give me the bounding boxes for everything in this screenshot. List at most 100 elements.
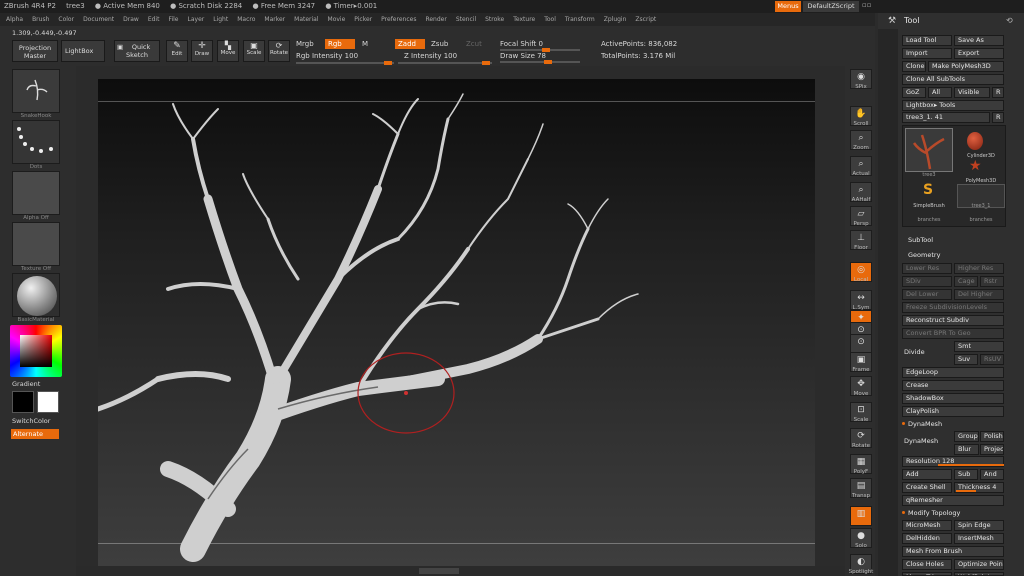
menu-transform[interactable]: Transform: [565, 16, 595, 23]
save-as-button[interactable]: Save As: [954, 35, 1004, 46]
import-button[interactable]: Import: [902, 48, 952, 59]
material-thumbnail[interactable]: [12, 273, 60, 317]
panel-scroll-strip[interactable]: [878, 29, 898, 576]
edit-button[interactable]: ✎ Edit: [166, 40, 188, 62]
menu-preferences[interactable]: Preferences: [381, 16, 416, 23]
goz-button[interactable]: GoZ: [902, 87, 926, 98]
menu-material[interactable]: Material: [294, 16, 318, 23]
sdiv-slider[interactable]: SDiv: [902, 276, 952, 287]
alternate-button[interactable]: Alternate: [11, 429, 59, 439]
menu-movie[interactable]: Movie: [328, 16, 346, 23]
close-holes-button[interactable]: Close Holes: [902, 559, 952, 570]
mergetris-button[interactable]: MergeTris: [902, 572, 952, 576]
rgb-intensity-slider[interactable]: Rgb Intensity 100: [296, 52, 358, 60]
weldpoints-button[interactable]: WeldPoints: [954, 572, 1004, 576]
stroke-thumbnail[interactable]: [12, 120, 60, 164]
rgb-intensity-track[interactable]: [296, 61, 394, 65]
modify-topology-section[interactable]: Modify Topology: [902, 508, 1024, 519]
and-button[interactable]: And: [980, 469, 1004, 480]
cylinder3d-icon[interactable]: [967, 132, 983, 150]
optimize-points-button[interactable]: Optimize Points: [954, 559, 1004, 570]
convert-bpr-button[interactable]: Convert BPR To Geo: [902, 328, 1004, 339]
menu-stencil[interactable]: Stencil: [456, 16, 476, 23]
menu-marker[interactable]: Marker: [264, 16, 285, 23]
menu-brush[interactable]: Brush: [32, 16, 49, 23]
smt-toggle[interactable]: Smt: [954, 341, 1004, 352]
tool-thumb-tree3[interactable]: [905, 128, 953, 172]
del-lower-button[interactable]: Del Lower: [902, 289, 952, 300]
menu-macro[interactable]: Macro: [237, 16, 255, 23]
quick-sketch-button[interactable]: ▣ Quick Sketch: [114, 40, 160, 62]
draw-size-slider[interactable]: Draw Size 78: [500, 52, 546, 60]
rotate-button[interactable]: ⟳ Rotate: [268, 40, 290, 62]
lower-res-button[interactable]: Lower Res: [902, 263, 952, 274]
menu-tool[interactable]: Tool: [544, 16, 556, 23]
bottom-tray-toggle[interactable]: [419, 568, 459, 574]
menu-zplugin[interactable]: Zplugin: [604, 16, 627, 23]
menu-render[interactable]: Render: [425, 16, 446, 23]
menu-texture[interactable]: Texture: [513, 16, 535, 23]
color-picker-square[interactable]: [20, 335, 52, 367]
z-intensity-track[interactable]: [398, 61, 492, 65]
simplebrush-icon[interactable]: S: [923, 182, 933, 198]
load-tool-button[interactable]: Load Tool: [902, 35, 952, 46]
menu-picker[interactable]: Picker: [354, 16, 372, 23]
polymesh3d-star-icon[interactable]: ★: [969, 158, 982, 174]
crease-section[interactable]: Crease: [902, 380, 1004, 391]
main-color-swatch[interactable]: [12, 391, 34, 413]
higher-res-button[interactable]: Higher Res: [954, 263, 1004, 274]
menus-button[interactable]: Menus: [775, 1, 801, 12]
secondary-color-swatch[interactable]: [37, 391, 59, 413]
divide-button[interactable]: Divide: [904, 348, 925, 356]
menu-document[interactable]: Document: [83, 16, 114, 23]
alpha-thumbnail[interactable]: [12, 171, 60, 215]
group-toggle[interactable]: Group: [954, 431, 979, 442]
scale-button[interactable]: ▣ Scale: [243, 40, 265, 62]
shelf-11-button[interactable]: ⊙: [850, 334, 872, 354]
make-polymesh-button[interactable]: Make PolyMesh3D: [928, 61, 1004, 72]
zadd-button[interactable]: Zadd: [395, 39, 425, 49]
focal-shift-track[interactable]: [500, 48, 580, 52]
draw-size-track[interactable]: [500, 60, 580, 64]
texture-thumbnail[interactable]: [12, 222, 60, 266]
shadowbox-section[interactable]: ShadowBox: [902, 393, 1004, 404]
suv-toggle[interactable]: Suv: [954, 354, 978, 365]
del-higher-button[interactable]: Del Higher: [954, 289, 1004, 300]
freeze-subdivision-button[interactable]: Freeze SubdivisionLevels: [902, 302, 1004, 313]
rgb-button[interactable]: Rgb: [325, 39, 355, 49]
sub-button[interactable]: Sub: [954, 469, 978, 480]
lightbox-tools-button[interactable]: Lightbox▸ Tools: [902, 100, 1004, 111]
canvas-viewport[interactable]: [98, 79, 815, 566]
shelf-18-button[interactable]: ▥: [850, 506, 872, 526]
m-button[interactable]: M: [362, 40, 368, 48]
polish-toggle[interactable]: Polish: [980, 431, 1004, 442]
menu-zscript[interactable]: Zscript: [635, 16, 656, 23]
brush-thumbnail[interactable]: [12, 69, 60, 113]
clone-button[interactable]: Clone: [902, 61, 926, 72]
menu-layer[interactable]: Layer: [188, 16, 205, 23]
insertmesh-button[interactable]: InsertMesh: [954, 533, 1004, 544]
cage-button[interactable]: Cage: [954, 276, 978, 287]
projection-master-button[interactable]: Projection Master: [12, 40, 58, 62]
z-intensity-slider[interactable]: Z Intensity 100: [404, 52, 457, 60]
rsuv-toggle[interactable]: RsUV: [980, 354, 1004, 365]
delhidden-button[interactable]: DelHidden: [902, 533, 952, 544]
refresh-icon[interactable]: ⟲: [1006, 16, 1013, 25]
dynamesh-button[interactable]: DynaMesh: [904, 437, 938, 445]
default-zscript-button[interactable]: DefaultZScript: [803, 1, 859, 12]
micromesh-button[interactable]: MicroMesh: [902, 520, 952, 531]
menu-light[interactable]: Light: [213, 16, 228, 23]
add-button[interactable]: Add: [902, 469, 952, 480]
menu-alpha[interactable]: Alpha: [6, 16, 23, 23]
gradient-label[interactable]: Gradient: [12, 380, 40, 388]
mrgb-button[interactable]: Mrgb: [296, 40, 314, 48]
move-button[interactable]: ▚ Move: [217, 40, 239, 62]
goz-r-button[interactable]: R: [992, 87, 1004, 98]
all-button[interactable]: All: [928, 87, 952, 98]
menu-draw[interactable]: Draw: [123, 16, 139, 23]
menu-edit[interactable]: Edit: [148, 16, 160, 23]
create-shell-button[interactable]: Create Shell: [902, 482, 952, 493]
zsub-button[interactable]: Zsub: [431, 40, 448, 48]
current-tool-slider[interactable]: tree3_1. 41: [902, 112, 990, 123]
visible-button[interactable]: Visible: [954, 87, 990, 98]
